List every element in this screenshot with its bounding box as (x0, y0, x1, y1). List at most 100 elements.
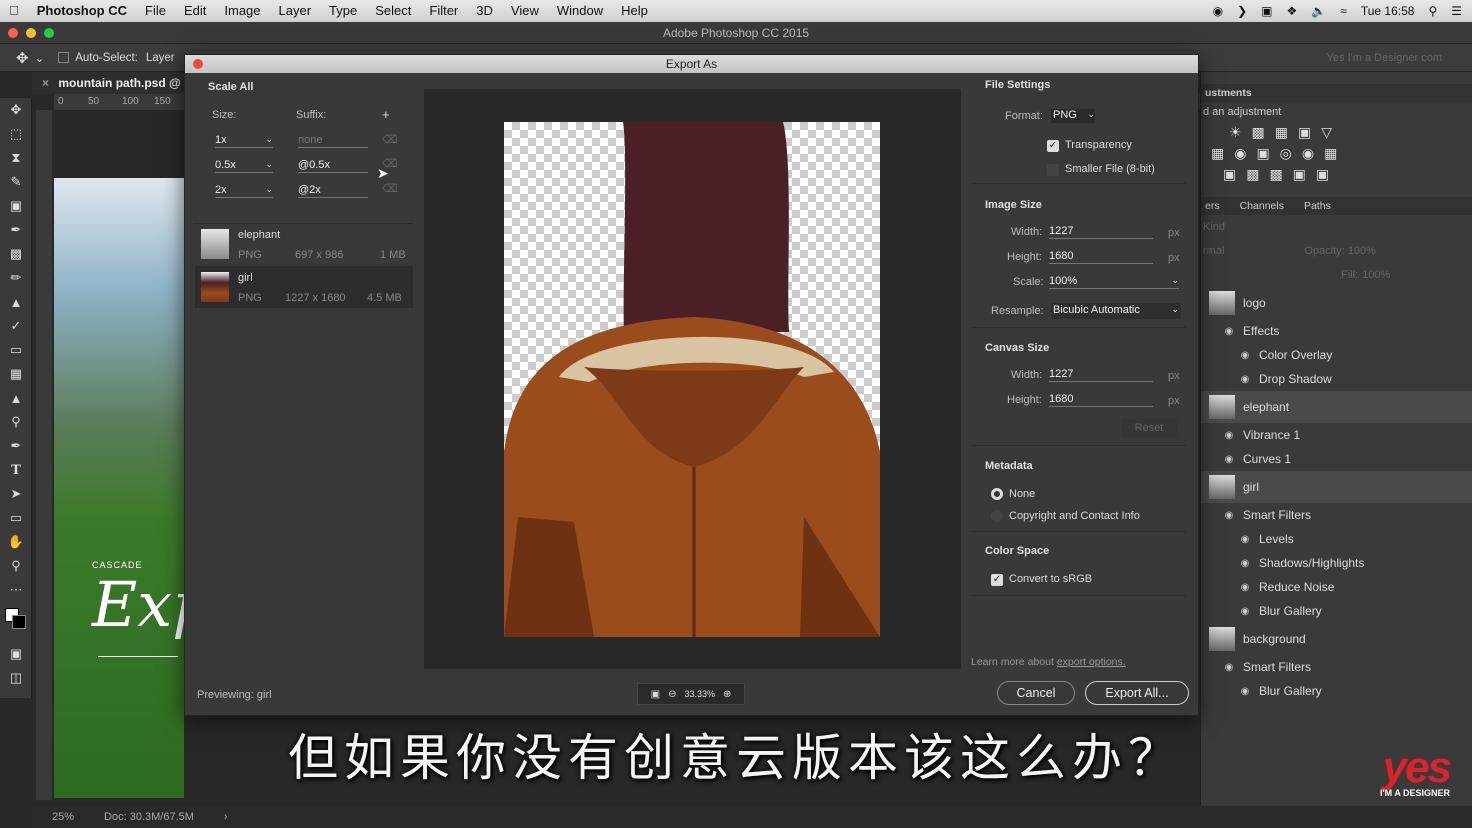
list-icon[interactable]: ☰ (1451, 4, 1462, 18)
trash-icon[interactable]: ⌫ (382, 133, 398, 146)
marquee-tool-icon[interactable]: ⬚ (0, 122, 32, 146)
zoom-level[interactable]: 25% (52, 811, 74, 823)
canvas-height-input[interactable]: 1680 (1049, 393, 1153, 407)
close-window-button[interactable] (8, 28, 18, 38)
close-tab-icon[interactable]: × (42, 76, 49, 90)
menu-3d[interactable]: 3D (467, 0, 502, 22)
scale-suffix-input-1[interactable]: none (298, 134, 368, 148)
canvas-width-input[interactable]: 1227 (1049, 368, 1153, 382)
format-select[interactable]: PNG ⌄ (1051, 109, 1095, 123)
layer-row[interactable]: ◉ Vibrance 1 (1201, 423, 1472, 447)
layer-row[interactable]: ◉ Smart Filters (1201, 655, 1472, 679)
layer-row[interactable]: ◉ Smart Filters (1201, 503, 1472, 527)
screen-icon[interactable]: ▣ (1261, 4, 1272, 18)
fit-icon[interactable]: ▣ (651, 689, 660, 700)
adjustment-icons-row-3[interactable]: ▣▩▩▣▣ (1201, 162, 1472, 183)
rectangle-tool-icon[interactable]: ▭ (0, 506, 32, 530)
menu-help[interactable]: Help (612, 0, 657, 22)
move-tool-icon[interactable]: ✥ (16, 49, 29, 67)
visibility-eye-icon[interactable]: ◉ (1223, 430, 1235, 441)
play-icon[interactable]: ❯ (1237, 4, 1247, 18)
wifi-icon[interactable]: ≈ (1340, 4, 1347, 18)
apple-icon[interactable]:  (0, 0, 28, 22)
quick-select-tool-icon[interactable]: ✎ (0, 170, 32, 194)
asset-row-girl[interactable]: girl PNG 1227 x 1680 4.5 MB (195, 266, 413, 308)
stamp-tool-icon[interactable]: ▲ (0, 290, 32, 314)
hand-tool-icon[interactable]: ✋ (0, 530, 32, 554)
visibility-eye-icon[interactable]: ◉ (1239, 582, 1251, 593)
add-scale-icon[interactable]: + (382, 107, 390, 122)
layer-row[interactable]: logo (1201, 287, 1472, 319)
type-tool-icon[interactable]: T (0, 458, 32, 482)
screen-mode-icon[interactable]: ◫ (0, 666, 32, 690)
scale-suffix-input-3[interactable]: @2x (298, 184, 368, 198)
auto-select-checkbox[interactable] (58, 52, 70, 63)
doc-size[interactable]: Doc: 30.3M/67.5M (104, 811, 194, 823)
auto-select-target[interactable]: Layer (146, 52, 175, 64)
menu-window[interactable]: Window (548, 0, 612, 22)
menu-app-name[interactable]: Photoshop CC (28, 0, 136, 22)
scale-size-select-1[interactable]: 1x ⌄ (215, 134, 273, 148)
visibility-eye-icon[interactable]: ◉ (1239, 350, 1251, 361)
crop-tool-icon[interactable]: ▣ (0, 194, 32, 218)
layer-row[interactable]: ◉ Effects (1201, 319, 1472, 343)
visibility-eye-icon[interactable]: ◉ (1239, 374, 1251, 385)
creative-cloud-icon[interactable]: ◉ (1213, 4, 1223, 18)
layer-row[interactable]: background (1201, 623, 1472, 655)
transparency-checkbox[interactable]: ✓ (1047, 140, 1059, 152)
visibility-eye-icon[interactable]: ◉ (1239, 686, 1251, 697)
tab-paths[interactable]: Paths (1304, 197, 1331, 215)
document-canvas[interactable]: CASCADE Exp (54, 178, 212, 798)
clock[interactable]: Tue 16:58 (1361, 4, 1415, 18)
menu-file[interactable]: File (136, 0, 175, 22)
image-width-input[interactable]: 1227 (1049, 225, 1153, 239)
layer-row[interactable]: girl (1201, 471, 1472, 503)
minimize-window-button[interactable] (26, 28, 36, 38)
adjustments-tab[interactable]: ustments (1201, 84, 1472, 102)
dropbox-icon[interactable]: ❖ (1287, 4, 1298, 18)
more-tools-icon[interactable]: ⋯ (0, 578, 32, 602)
resample-select[interactable]: Bicubic Automatic ⌄ (1051, 303, 1181, 319)
visibility-eye-icon[interactable]: ◉ (1239, 534, 1251, 545)
search-icon[interactable]: ⚲ (1428, 4, 1437, 18)
visibility-eye-icon[interactable]: ◉ (1223, 326, 1235, 337)
healing-brush-tool-icon[interactable]: ▩ (0, 242, 32, 266)
scale-size-select-3[interactable]: 2x ⌄ (215, 184, 273, 198)
lasso-tool-icon[interactable]: ⧗ (0, 146, 32, 170)
tab-layers[interactable]: ers (1205, 197, 1220, 215)
layer-row[interactable]: ◉ Blur Gallery (1201, 599, 1472, 623)
chevron-right-icon[interactable]: › (224, 811, 228, 823)
layer-row[interactable]: ◉ Curves 1 (1201, 447, 1472, 471)
eraser-tool-icon[interactable]: ▭ (0, 338, 32, 362)
zoom-out-icon[interactable]: ⊖ (668, 689, 676, 700)
path-select-tool-icon[interactable]: ➤ (0, 482, 32, 506)
quick-mask-icon[interactable]: ▣ (0, 642, 32, 666)
opacity-value[interactable]: 100% (1348, 245, 1376, 257)
color-swatches[interactable] (0, 602, 32, 642)
scale-select[interactable]: 100% ⌄ (1049, 275, 1179, 289)
blur-tool-icon[interactable]: ▲ (0, 386, 32, 410)
menu-filter[interactable]: Filter (420, 0, 467, 22)
smaller-file-checkbox[interactable] (1047, 164, 1059, 176)
export-options-link[interactable]: export options. (1057, 656, 1126, 668)
zoom-window-button[interactable] (44, 28, 54, 38)
menu-view[interactable]: View (502, 0, 548, 22)
adjustment-icons-row-2[interactable]: ▦◉▣◎◉▦ (1201, 141, 1472, 162)
zoom-tool-icon[interactable]: ⚲ (0, 554, 32, 578)
menu-select[interactable]: Select (366, 0, 420, 22)
dodge-tool-icon[interactable]: ⚲ (0, 410, 32, 434)
menu-image[interactable]: Image (215, 0, 269, 22)
layer-row[interactable]: ◉ Color Overlay (1201, 343, 1472, 367)
blend-mode-select[interactable]: rmal (1203, 245, 1224, 257)
chevron-down-icon[interactable]: ⌄ (35, 51, 45, 65)
layer-row[interactable]: ◉ Levels (1201, 527, 1472, 551)
zoom-in-icon[interactable]: ⊕ (723, 689, 731, 700)
adjustment-icons-row-1[interactable]: ☀▩▦▣▽ (1201, 118, 1472, 141)
layer-kind-filter[interactable]: Kind (1203, 221, 1225, 233)
eyedropper-tool-icon[interactable]: ✒ (0, 218, 32, 242)
export-all-button[interactable]: Export All... (1085, 681, 1189, 705)
visibility-eye-icon[interactable]: ◉ (1239, 558, 1251, 569)
layer-row[interactable]: ◉ Shadows/Highlights (1201, 551, 1472, 575)
gradient-tool-icon[interactable]: ▦ (0, 362, 32, 386)
scale-suffix-input-2[interactable]: @0.5x (298, 159, 368, 173)
